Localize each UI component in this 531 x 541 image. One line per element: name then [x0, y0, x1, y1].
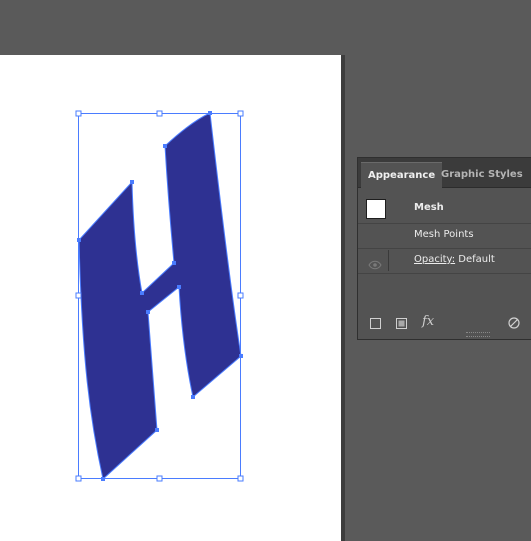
panel-resize-grip[interactable] — [466, 332, 490, 337]
object-type-label: Mesh — [414, 202, 444, 213]
handle-top-center — [156, 110, 163, 117]
new-fill-icon[interactable] — [396, 318, 407, 332]
anchor-point — [146, 310, 150, 314]
anchor-point — [155, 428, 159, 432]
opacity-value: Default — [458, 254, 495, 265]
anchor-point — [172, 261, 176, 265]
opacity-link[interactable]: Opacity: — [414, 254, 455, 265]
handle-bottom-center — [156, 475, 163, 482]
row-divider — [388, 250, 389, 271]
anchor-point — [177, 285, 181, 289]
object-row[interactable]: Mesh — [358, 195, 531, 224]
handle-middle-right — [237, 292, 244, 299]
tab-graphic-styles[interactable]: Graphic Styles — [434, 162, 530, 187]
anchor-point — [239, 354, 243, 358]
anchor-point — [140, 291, 144, 295]
visibility-eye-icon[interactable] — [368, 255, 382, 274]
new-stroke-icon[interactable] — [370, 318, 381, 332]
anchor-point — [163, 144, 167, 148]
anchor-point — [208, 111, 212, 115]
anchor-point — [191, 395, 195, 399]
opacity-text: Opacity: Default — [414, 254, 495, 265]
letter-h-shape[interactable] — [78, 112, 242, 480]
fx-icon[interactable]: fx — [422, 314, 434, 329]
mesh-points-label: Mesh Points — [414, 229, 474, 240]
handle-bottom-left — [75, 475, 82, 482]
panel-tabbar: Appearance Graphic Styles — [358, 158, 531, 188]
anchor-point — [101, 477, 105, 481]
clear-appearance-icon[interactable] — [508, 317, 520, 332]
mesh-points-row[interactable]: Mesh Points — [358, 223, 531, 249]
handle-middle-left — [75, 292, 82, 299]
opacity-row[interactable]: Opacity: Default — [358, 248, 531, 274]
appearance-panel: Appearance Graphic Styles Mesh Mesh Poin… — [357, 157, 531, 340]
handle-bottom-right — [237, 475, 244, 482]
handle-top-right — [237, 110, 244, 117]
mesh-thumbnail — [366, 199, 386, 219]
tab-appearance[interactable]: Appearance — [361, 162, 443, 188]
anchor-point — [77, 238, 81, 242]
handle-top-left — [75, 110, 82, 117]
anchor-point — [130, 180, 134, 184]
panel-footer: fx — [358, 310, 531, 338]
